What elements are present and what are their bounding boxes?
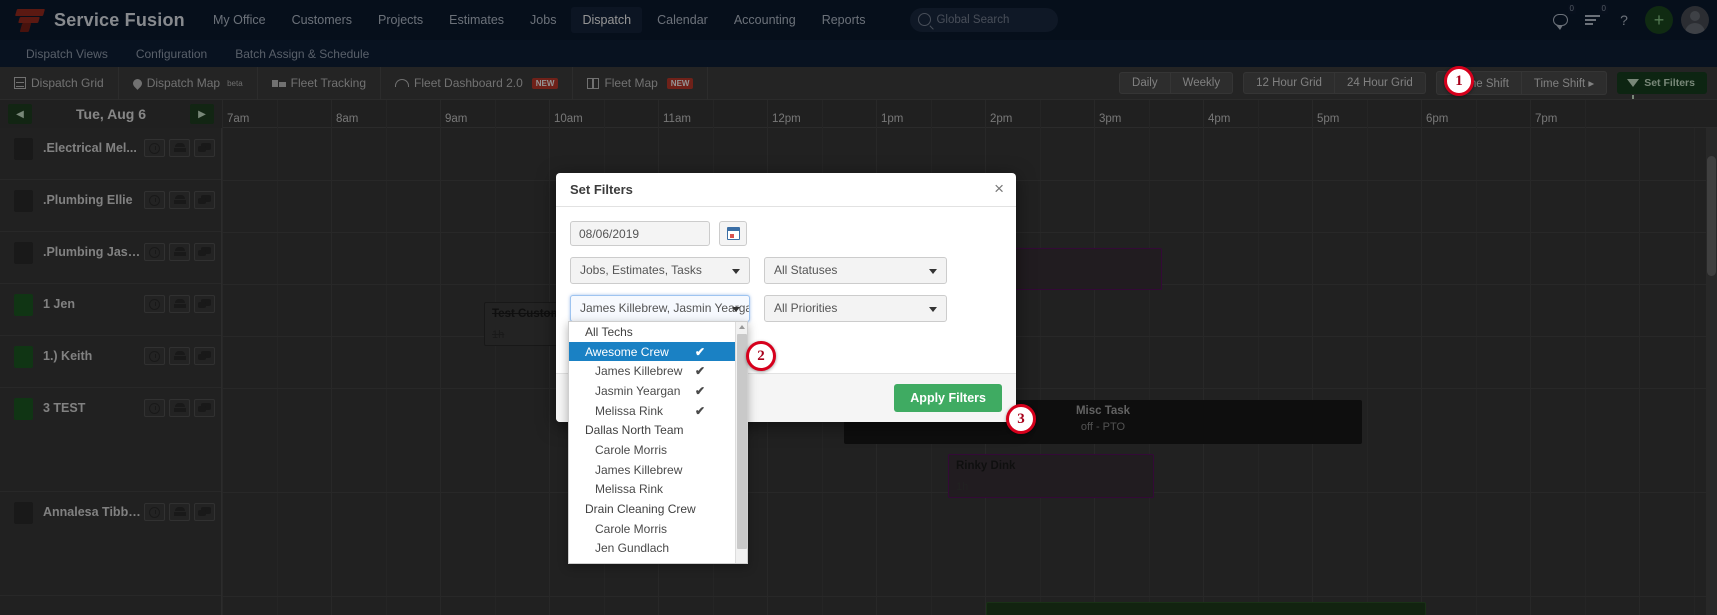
dropdown-item-label: Carole Morris <box>595 522 667 536</box>
dropdown-item[interactable]: Carole Morris <box>569 519 735 539</box>
dropdown-item[interactable]: Melissa Rink ✔ <box>569 401 735 421</box>
dropdown-item-label: Jasmin Yeargan <box>595 384 680 398</box>
dropdown-item-label: Carole Morris <box>595 443 667 457</box>
dropdown-scroll-thumb[interactable] <box>737 334 747 549</box>
callout-marker-3: 3 <box>1006 404 1036 434</box>
chevron-down-icon <box>929 307 937 312</box>
type-select-group: Jobs, Estimates, Tasks <box>570 257 750 284</box>
close-icon[interactable]: × <box>994 180 1004 197</box>
technicians-dropdown-list: All TechsAwesome Crew✔James Killebrew✔Ja… <box>569 322 735 563</box>
chevron-down-icon <box>929 269 937 274</box>
dropdown-item[interactable]: Carole Morris <box>569 440 735 460</box>
dropdown-item[interactable]: Jasmin Yeargan ✔ <box>569 381 735 401</box>
checkmark-icon: ✔ <box>695 364 727 378</box>
modal-header: Set Filters × <box>556 173 1016 207</box>
checkmark-icon: ✔ <box>695 384 727 398</box>
checkmark-icon: ✔ <box>695 345 727 359</box>
dropdown-item[interactable]: Awesome Crew ✔ <box>569 342 735 362</box>
techs-select-group: James Killebrew, Jasmin Yeargan, <box>570 295 750 322</box>
scroll-up-arrow-icon[interactable] <box>739 325 745 329</box>
status-select-group: All Statuses <box>764 257 947 284</box>
chevron-down-icon <box>732 307 740 312</box>
dropdown-item[interactable]: Jen Gundlach <box>569 539 735 559</box>
calendar-icon <box>727 227 740 240</box>
filter-date-input[interactable] <box>570 221 710 246</box>
callout-marker-1: 1 <box>1444 66 1474 96</box>
technicians-select[interactable]: James Killebrew, Jasmin Yeargan, <box>570 295 750 322</box>
apply-filters-button[interactable]: Apply Filters <box>894 384 1002 412</box>
priority-select[interactable]: All Priorities <box>764 295 947 322</box>
date-row-spacer <box>764 221 947 246</box>
date-filter-row <box>570 221 1002 246</box>
date-field-group <box>570 221 750 246</box>
type-status-row: Jobs, Estimates, Tasks All Statuses <box>570 257 1002 284</box>
dropdown-item-label: Drain Cleaning Crew <box>585 502 696 516</box>
dropdown-item-label: James Killebrew <box>595 463 682 477</box>
status-select[interactable]: All Statuses <box>764 257 947 284</box>
dropdown-item[interactable]: Dallas North Team <box>569 420 735 440</box>
status-value: All Statuses <box>774 263 837 277</box>
dropdown-item-label: James Killebrew <box>595 364 682 378</box>
dropdown-item-label: Dallas North Team <box>585 423 683 437</box>
dropdown-item-label: Awesome Crew <box>585 345 669 359</box>
technicians-value: James Killebrew, Jasmin Yeargan, <box>580 301 750 315</box>
calendar-picker-button[interactable] <box>719 221 747 246</box>
dropdown-item-label: Melissa Rink <box>595 404 663 418</box>
checkmark-icon: ✔ <box>695 404 727 418</box>
dropdown-item[interactable]: All Techs <box>569 322 735 342</box>
dropdown-item[interactable]: Melissa Rink <box>569 480 735 500</box>
dropdown-item[interactable]: Drain Cleaning Crew <box>569 499 735 519</box>
technicians-dropdown[interactable]: All TechsAwesome Crew✔James Killebrew✔Ja… <box>568 321 748 564</box>
dispatch-grid-page: Service Fusion My OfficeCustomersProject… <box>0 0 1717 615</box>
priority-value: All Priorities <box>774 301 837 315</box>
record-type-value: Jobs, Estimates, Tasks <box>580 263 702 277</box>
dropdown-item[interactable]: James Killebrew <box>569 460 735 480</box>
techs-priority-row: James Killebrew, Jasmin Yeargan, All Pri… <box>570 295 1002 322</box>
dropdown-item-label: Jen Gundlach <box>595 541 669 555</box>
callout-marker-2: 2 <box>746 341 776 371</box>
record-type-select[interactable]: Jobs, Estimates, Tasks <box>570 257 750 284</box>
dropdown-item-label: Melissa Rink <box>595 482 663 496</box>
chevron-down-icon <box>732 269 740 274</box>
dropdown-item[interactable]: James Killebrew ✔ <box>569 361 735 381</box>
modal-title: Set Filters <box>570 182 633 197</box>
priority-select-group: All Priorities <box>764 295 947 322</box>
dropdown-item-label: All Techs <box>585 325 633 339</box>
